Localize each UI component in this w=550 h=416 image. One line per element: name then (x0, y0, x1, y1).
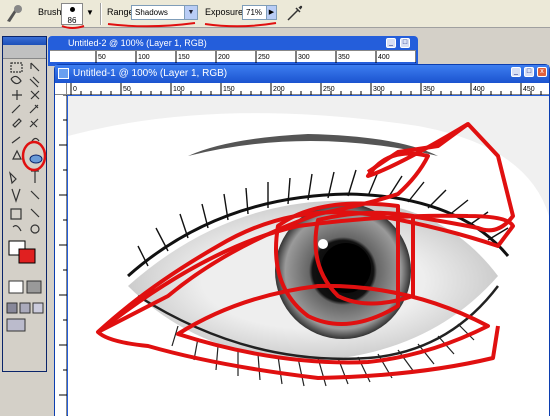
horizontal-ruler[interactable]: 050100150200250300350400450500 (67, 83, 549, 95)
ruler-label: 250 (323, 86, 335, 93)
ruler-label: 400 (378, 54, 390, 61)
ruler-label: 100 (138, 54, 150, 61)
maximize-icon[interactable]: □ (400, 38, 410, 48)
ruler-label: 300 (298, 54, 310, 61)
ruler-label: 350 (423, 86, 435, 93)
horizontal-ruler-ticks: 050100150200250300350400450500 (70, 83, 542, 95)
eye-image (68, 96, 549, 416)
ruler-ticks: 50100150200250300350400450 (95, 51, 430, 63)
maximize-button[interactable]: □ (524, 67, 534, 77)
close-button[interactable]: x (537, 67, 547, 77)
vertical-ruler[interactable] (55, 94, 67, 416)
ruler-label: 350 (338, 54, 350, 61)
photoshop-logo (3, 45, 46, 59)
ruler-label: 450 (523, 86, 535, 93)
vertical-ruler-ticks (59, 94, 67, 396)
ruler-label: 150 (178, 54, 190, 61)
toolbox-panel (2, 36, 47, 372)
ruler-label: 250 (258, 54, 270, 61)
ruler-origin[interactable] (55, 83, 67, 95)
minimize-button[interactable]: _ (511, 67, 521, 77)
ruler-label: 150 (223, 86, 235, 93)
document-window[interactable]: Untitled-1 @ 100% (Layer 1, RGB) _ □ x 0… (54, 64, 550, 416)
document-title: Untitled-1 @ 100% (Layer 1, RGB) (73, 68, 228, 79)
minimize-icon[interactable]: _ (386, 38, 396, 48)
ruler-label: 0 (73, 86, 77, 93)
options-bar: Brush: 86 ▼ Range: Shadows ▼ Exposure: 7… (0, 0, 550, 29)
ruler-label: 100 (173, 86, 185, 93)
ruler-label: 400 (473, 86, 485, 93)
ruler-label: 50 (123, 86, 131, 93)
background-ruler: 50100150200250300350400450 (50, 50, 430, 63)
ruler-label: 200 (218, 54, 230, 61)
document-icon (58, 68, 69, 79)
toolbox-titlebar[interactable] (3, 37, 46, 45)
image-canvas[interactable] (68, 96, 549, 416)
ruler-label: 50 (98, 54, 106, 61)
window-title: Untitled-2 @ 100% (Layer 1, RGB) (68, 38, 207, 48)
annotation-underlines (61, 22, 277, 29)
tool-icons[interactable] (3, 59, 48, 379)
ruler-label: 300 (373, 86, 385, 93)
document-titlebar[interactable]: Untitled-1 @ 100% (Layer 1, RGB) _ □ x (55, 65, 549, 83)
ruler-label: 200 (273, 86, 285, 93)
